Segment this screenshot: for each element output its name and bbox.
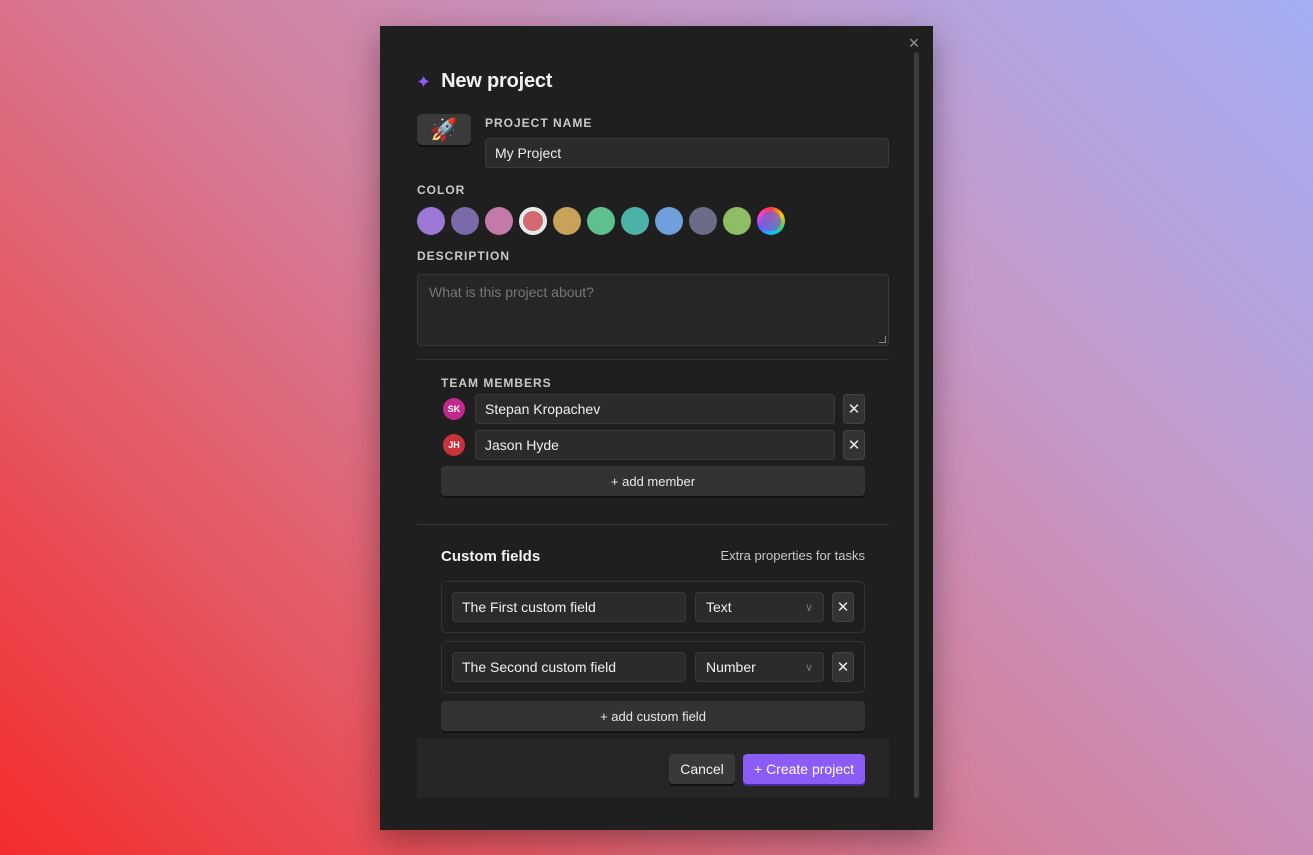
resize-handle-icon[interactable]: [879, 336, 886, 343]
custom-field-type-select[interactable]: Number ∨: [695, 652, 824, 682]
color-picker: [417, 207, 785, 235]
color-swatch[interactable]: [655, 207, 683, 235]
custom-fields-title: Custom fields: [441, 548, 541, 565]
custom-field-name-input[interactable]: The Second custom field: [452, 652, 686, 682]
divider: [417, 524, 889, 525]
chevron-down-icon: ∨: [804, 601, 813, 614]
color-swatch[interactable]: [485, 207, 513, 235]
dialog-title: New project: [441, 70, 553, 92]
dialog-footer: Cancel + Create project: [417, 738, 889, 798]
color-swatch[interactable]: [519, 207, 547, 235]
description-placeholder: What is this project about?: [429, 284, 594, 300]
create-project-button[interactable]: + Create project: [743, 754, 865, 784]
close-icon[interactable]: ×: [905, 34, 923, 52]
select-value: Text: [706, 599, 732, 615]
custom-field-name-input[interactable]: The First custom field: [452, 592, 686, 622]
add-member-button[interactable]: + add member: [441, 466, 865, 496]
color-swatch[interactable]: [723, 207, 751, 235]
remove-member-button[interactable]: ✕: [843, 430, 865, 460]
cancel-button[interactable]: Cancel: [669, 754, 735, 784]
team-members-label: TEAM MEMBERS: [441, 376, 552, 390]
project-emoji-picker[interactable]: 🚀: [417, 114, 471, 145]
member-name-input[interactable]: Stepan Kropachev: [475, 394, 835, 424]
close-icon: ✕: [847, 401, 861, 418]
color-swatch[interactable]: [417, 207, 445, 235]
close-icon: ✕: [847, 437, 861, 454]
description-label: DESCRIPTION: [417, 249, 511, 263]
color-swatch[interactable]: [451, 207, 479, 235]
avatar: SK: [443, 398, 465, 420]
remove-field-button[interactable]: ✕: [832, 652, 854, 682]
select-value: Number: [706, 659, 756, 675]
divider: [417, 359, 889, 360]
custom-field-row: The Second custom field Number ∨ ✕: [441, 641, 865, 693]
custom-field-row: The First custom field Text ∨ ✕: [441, 581, 865, 633]
close-icon: ✕: [836, 599, 850, 616]
member-name-input[interactable]: Jason Hyde: [475, 430, 835, 460]
custom-field-type-select[interactable]: Text ∨: [695, 592, 824, 622]
scrollbar[interactable]: [914, 52, 919, 798]
chevron-down-icon: ∨: [804, 661, 813, 674]
color-swatch[interactable]: [553, 207, 581, 235]
remove-field-button[interactable]: ✕: [832, 592, 854, 622]
dialog-header: ✦ New project: [416, 70, 552, 93]
color-swatch[interactable]: [621, 207, 649, 235]
avatar: JH: [443, 434, 465, 456]
color-swatch[interactable]: [689, 207, 717, 235]
color-label: COLOR: [417, 183, 466, 197]
sparkle-icon: ✦: [416, 71, 432, 92]
custom-fields-subtitle: Extra properties for tasks: [720, 548, 866, 563]
project-name-label: PROJECT NAME: [485, 116, 593, 130]
close-icon: ✕: [836, 659, 850, 676]
add-custom-field-button[interactable]: + add custom field: [441, 701, 865, 731]
custom-color-swatch[interactable]: [757, 207, 785, 235]
new-project-dialog: × ✦ New project 🚀 PROJECT NAME My Projec…: [380, 26, 933, 830]
description-textarea[interactable]: What is this project about?: [417, 274, 889, 346]
project-name-input[interactable]: My Project: [485, 138, 889, 168]
color-swatch[interactable]: [587, 207, 615, 235]
remove-member-button[interactable]: ✕: [843, 394, 865, 424]
